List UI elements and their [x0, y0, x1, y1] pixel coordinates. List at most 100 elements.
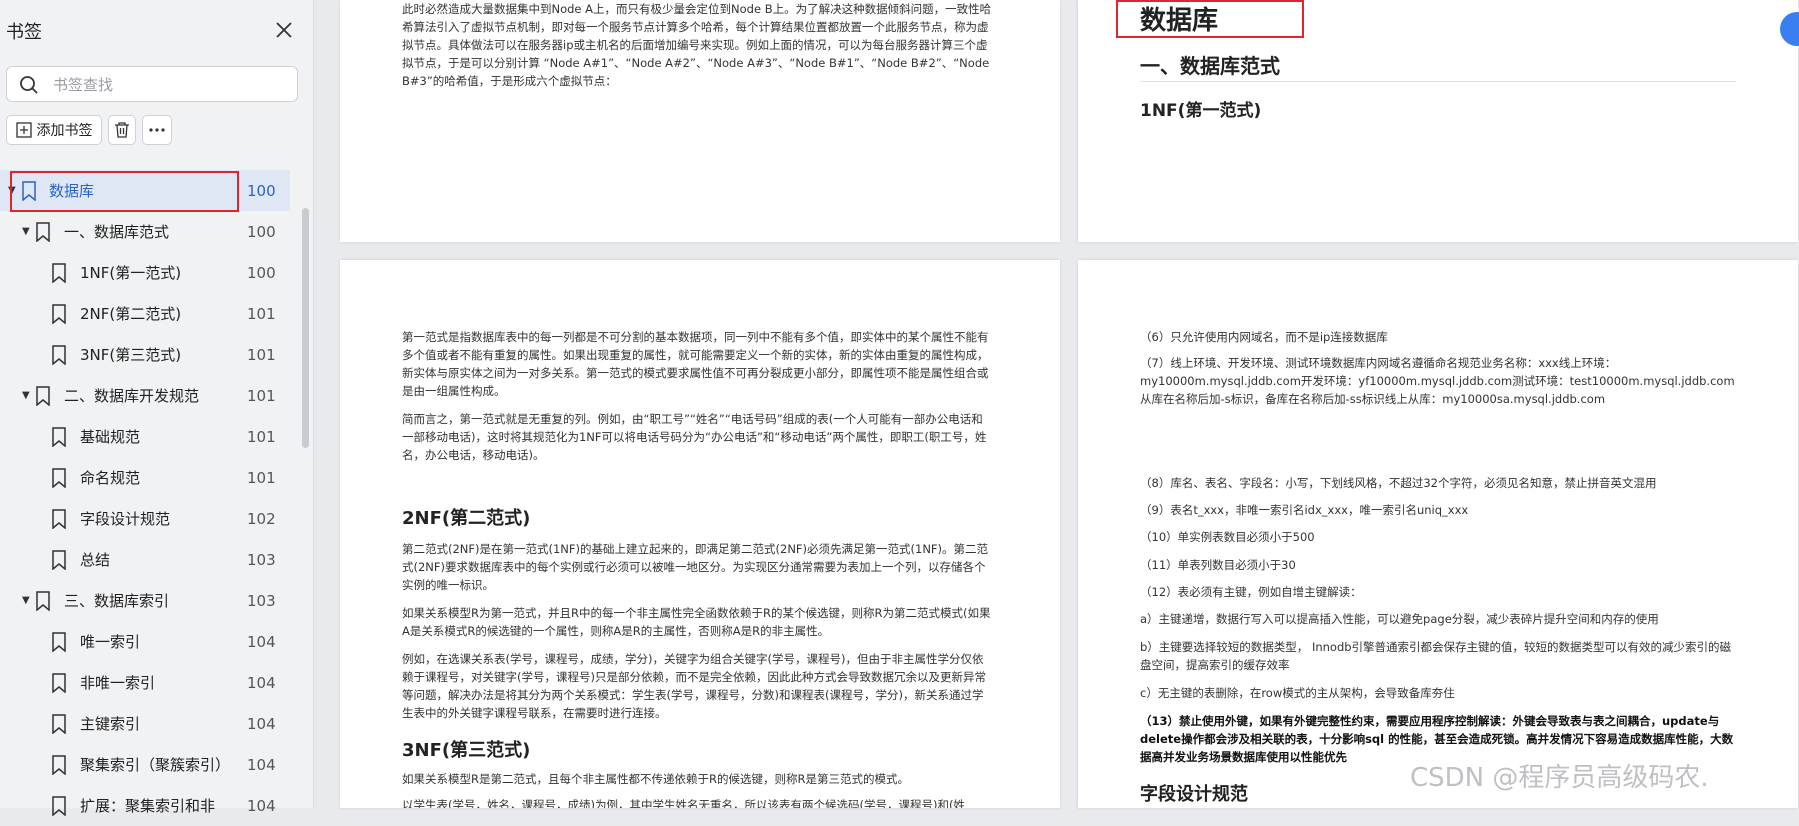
bookmark-search-input[interactable] [51, 73, 285, 97]
bookmark-icon [34, 385, 52, 407]
bookmark-item[interactable]: ▼ 二、数据库开发规范 101 [0, 375, 290, 416]
more-icon [149, 128, 165, 132]
delete-bookmark-button[interactable] [108, 115, 136, 145]
paragraph-2nf-model: 如果关系模型R为第一范式，并且R中的每一个非主属性完全函数依赖于R的某个候选键，… [402, 606, 991, 638]
bookmark-page-number: 102 [247, 509, 276, 528]
rule-7: （7）线上环境、开发环境、测试环境数据库内网域名遵循命名规范业务名称：xxx线上… [1140, 356, 1735, 406]
heading-divider [1140, 81, 1736, 82]
bookmark-page-number: 100 [247, 222, 276, 241]
pdf-page-top-right: 数据库 一、数据库范式 1NF(第一范式) [1078, 0, 1798, 242]
bookmark-item[interactable]: 字段设计规范 102 [0, 498, 290, 539]
bookmark-page-number: 100 [247, 263, 276, 282]
bookmark-item[interactable]: 总结 103 [0, 539, 290, 580]
bookmark-item[interactable]: 扩展：聚集索引和非 104 [0, 785, 290, 826]
page-heading-database: 数据库 [1140, 6, 1219, 36]
bookmark-page-number: 104 [247, 673, 276, 692]
sidebar-scrollbar[interactable] [302, 208, 309, 448]
paragraph-3nf-definition: 如果关系模型R是第二范式，且每个非主属性都不传递依赖于R的候选键，则称R是第三范… [402, 772, 909, 786]
bookmark-item[interactable]: ▼ 一、数据库范式 100 [0, 211, 290, 252]
rule-12b: b）主键要选择较短的数据类型， Innodb引擎普通索引都会保存主键的值，较短的… [1140, 640, 1732, 672]
bookmark-page-number: 101 [247, 386, 276, 405]
bookmark-item[interactable]: 唯一索引 104 [0, 621, 290, 662]
bookmark-page-number: 103 [247, 550, 276, 569]
bookmark-icon [34, 590, 52, 612]
bookmark-item[interactable]: 2NF(第二范式) 101 [0, 293, 290, 334]
more-options-button[interactable] [142, 115, 172, 145]
chevron-down-icon[interactable]: ▼ [22, 390, 30, 401]
bookmark-item[interactable]: ▼ 三、数据库索引 103 [0, 580, 290, 621]
bookmark-label: 1NF(第一范式) [80, 264, 182, 282]
bookmark-label: 非唯一索引 [80, 674, 156, 692]
bookmark-page-number: 101 [247, 468, 276, 487]
bookmark-icon [50, 426, 68, 448]
paragraph-1nf-definition: 第一范式是指数据库表中的每一列都是不可分割的基本数据项，同一列中不能有多个值，即… [402, 330, 989, 398]
page-heading-1nf: 1NF(第一范式) [1140, 101, 1262, 121]
bookmark-page-number: 104 [247, 796, 276, 815]
bookmark-page-number: 103 [247, 591, 276, 610]
chevron-down-icon[interactable]: ▼ [22, 595, 30, 606]
search-icon [19, 75, 39, 95]
rule-10: （10）单实例表数目必须小于500 [1140, 530, 1315, 544]
bookmark-icon [50, 631, 68, 653]
rule-11: （11）单表列数目必须小于30 [1140, 558, 1296, 572]
bookmark-label: 聚集索引（聚簇索引） [80, 756, 231, 774]
rule-12a: a）主键递增，数据行写入可以提高插入性能，可以避免page分裂，减少表碎片提升空… [1140, 612, 1659, 626]
bookmark-label: 2NF(第二范式) [80, 305, 182, 323]
bookmark-icon [50, 795, 68, 817]
bookmark-icon [50, 344, 68, 366]
rule-9: （9）表名t_xxx，非唯一索引名idx_xxx，唯一索引名uniq_xxx [1140, 503, 1469, 517]
bookmark-item[interactable]: 聚集索引（聚簇索引） 104 [0, 744, 290, 785]
bookmark-page-number: 100 [247, 181, 276, 200]
bookmark-item[interactable]: 非唯一索引 104 [0, 662, 290, 703]
bookmark-page-number: 104 [247, 632, 276, 651]
page-paragraph: 此时必然造成大量数据集中到Node A上，而只有极少量会定位到Node B上。为… [402, 2, 992, 88]
bookmark-icon [50, 754, 68, 776]
bookmark-page-number: 104 [247, 755, 276, 774]
bookmark-icon [20, 180, 38, 202]
heading-2nf: 2NF(第二范式) [402, 508, 531, 529]
bookmark-page-number: 101 [247, 345, 276, 364]
bookmark-label: 扩展：聚集索引和非 [80, 797, 216, 815]
bookmark-icon [50, 549, 68, 571]
bookmark-item[interactable]: 基础规范 101 [0, 416, 290, 457]
watermark: CSDN @程序员高级码农. [1410, 763, 1709, 793]
bookmark-page-number: 101 [247, 304, 276, 323]
bookmark-icon [50, 467, 68, 489]
bookmark-icon [50, 713, 68, 735]
sidebar-title: 书签 [6, 22, 42, 43]
bookmark-label: 三、数据库索引 [64, 592, 170, 610]
bookmark-icon [34, 221, 52, 243]
pdf-page-bottom-right: （6）只允许使用内网域名，而不是ip连接数据库 （7）线上环境、开发环境、测试环… [1078, 260, 1798, 808]
bookmark-item[interactable]: 3NF(第三范式) 101 [0, 334, 290, 375]
close-icon[interactable] [272, 18, 296, 42]
bookmark-search-box[interactable] [6, 66, 298, 102]
pdf-page-bottom-left: 第一范式是指数据库表中的每一列都是不可分割的基本数据项，同一列中不能有多个值，即… [340, 260, 1060, 808]
rule-12: （12）表必须有主键，例如自增主键解读： [1140, 585, 1362, 599]
paragraph-1nf-example: 简而言之，第一范式就是无重复的列。例如，由“职工号”“姓名”“电话号码”组成的表… [402, 412, 987, 462]
heading-field-design: 字段设计规范 [1140, 784, 1248, 805]
chevron-down-icon[interactable]: ▼ [22, 226, 30, 237]
bookmark-page-number: 104 [247, 714, 276, 733]
bookmark-item[interactable]: 命名规范 101 [0, 457, 290, 498]
bookmark-label: 命名规范 [80, 469, 141, 487]
rule-8: （8）库名、表名、字段名：小写，下划线风格，不超过32个字符，必须见名知意，禁止… [1140, 476, 1657, 490]
pdf-page-top-left: 此时必然造成大量数据集中到Node A上，而只有极少量会定位到Node B上。为… [340, 0, 1060, 242]
bookmark-label: 唯一索引 [80, 633, 141, 651]
bookmark-label: 数据库 [49, 182, 95, 200]
bookmark-item[interactable]: 1NF(第一范式) 100 [0, 252, 290, 293]
bookmark-label: 3NF(第三范式) [80, 346, 182, 364]
add-bookmark-label: 添加书签 [36, 123, 93, 139]
bookmark-item[interactable]: 主键索引 104 [0, 703, 290, 744]
bookmark-page-number: 101 [247, 427, 276, 446]
heading-3nf: 3NF(第三范式) [402, 740, 531, 761]
bookmark-label: 二、数据库开发规范 [64, 387, 200, 405]
bookmark-icon [50, 262, 68, 284]
bookmark-label: 基础规范 [80, 428, 141, 446]
bookmark-sidebar: 书签 添加书签 ▼ 数据库 100 ▼ 一、数据库范式 100 1NF(第一范式) 100 2N… [0, 0, 314, 817]
bookmark-item[interactable]: ▼ 数据库 100 [0, 170, 290, 211]
chevron-down-icon[interactable]: ▼ [8, 185, 16, 196]
bookmark-icon [50, 303, 68, 325]
page-heading-normal-forms: 一、数据库范式 [1140, 54, 1280, 78]
bookmark-label: 总结 [80, 551, 111, 569]
add-bookmark-button[interactable]: 添加书签 [6, 115, 102, 145]
